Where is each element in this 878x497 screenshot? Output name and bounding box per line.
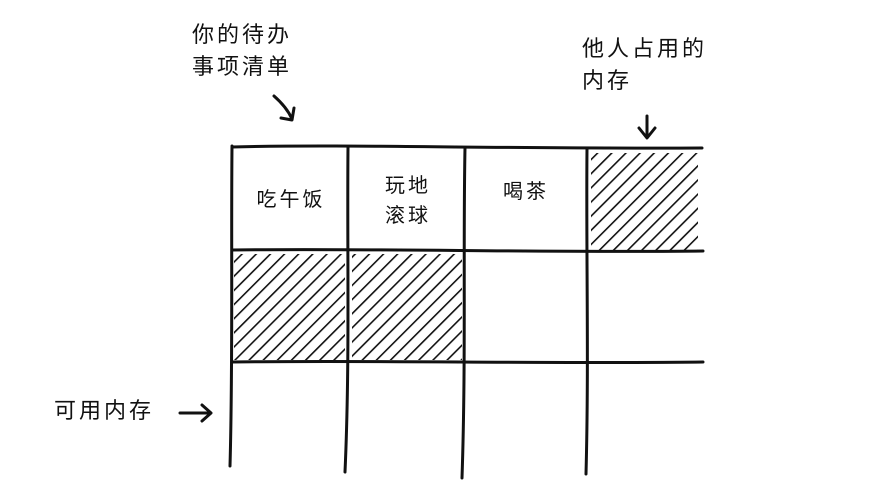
cell-tea-text: 喝茶: [503, 179, 549, 203]
others-memory-annotation: 他人占用的 内存: [582, 34, 707, 98]
grid-col3-line: [584, 147, 589, 476]
available-memory-arrow-icon: [178, 403, 213, 423]
cell-lunch: 吃午饭: [246, 184, 336, 214]
todo-list-annotation: 你的待办 事项清单: [192, 20, 292, 84]
cell-frisbee: 玩地 滚球: [364, 170, 452, 230]
cell-frisbee-line2: 滚球: [385, 203, 431, 227]
cell-lunch-text: 吃午饭: [256, 187, 326, 211]
grid-col0-line: [228, 144, 234, 468]
others-memory-line1: 他人占用的: [582, 37, 708, 62]
todo-list-line2: 事项清单: [192, 55, 293, 80]
others-memory-line2: 内存: [582, 69, 633, 94]
cell-frisbee-line1: 玩地: [385, 173, 431, 197]
grid-col2-line: [460, 146, 467, 480]
todo-list-arrow-icon: [272, 94, 296, 122]
others-memory-arrow-icon: [637, 114, 657, 140]
available-memory-annotation: 可用内存: [54, 396, 154, 428]
hatched-cell-r1-c0: [234, 254, 345, 360]
available-memory-text: 可用内存: [54, 399, 155, 424]
hatched-cell-r0-c3: [591, 153, 698, 252]
hatched-cell-r1-c1: [352, 254, 462, 360]
grid-row2-line: [230, 359, 705, 365]
grid-col1-line: [343, 145, 350, 474]
todo-list-line1: 你的待办: [192, 23, 293, 48]
cell-tea: 喝茶: [486, 176, 566, 206]
grid-top-line: [230, 144, 704, 150]
